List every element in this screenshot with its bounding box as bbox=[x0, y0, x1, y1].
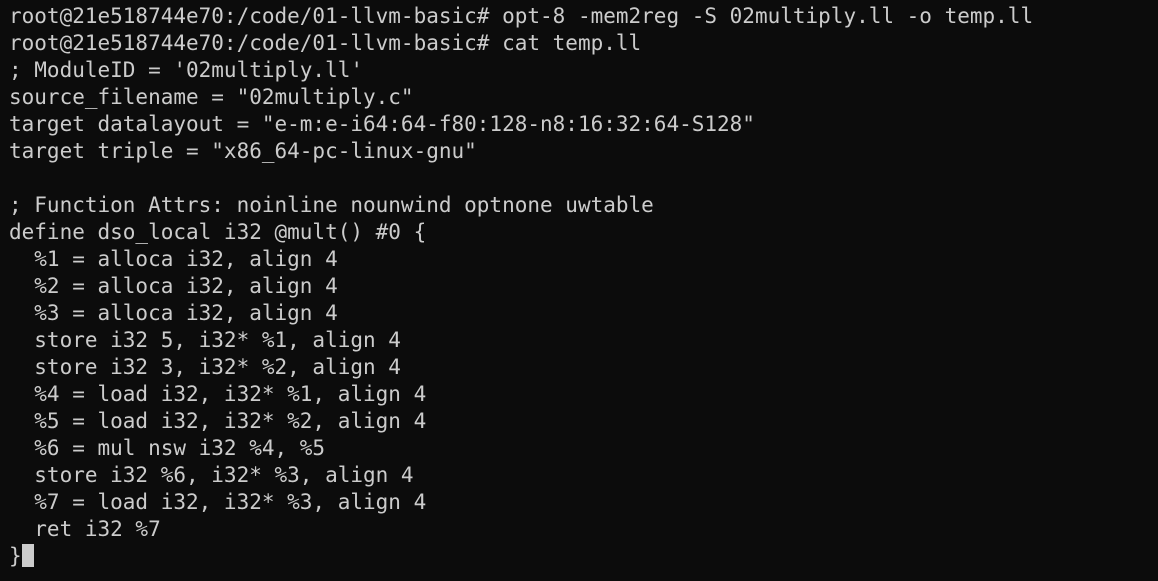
terminal-line-16: %5 = load i32, i32* %2, align 4 bbox=[9, 409, 427, 433]
terminal-line-12: %3 = alloca i32, align 4 bbox=[9, 301, 338, 325]
terminal-line-3: ; ModuleID = '02multiply.ll' bbox=[9, 58, 364, 82]
terminal-window[interactable]: root@21e518744e70:/code/01-llvm-basic# o… bbox=[0, 0, 1158, 581]
terminal-line-9: define dso_local i32 @mult() #0 { bbox=[9, 220, 427, 244]
terminal-line-21: } bbox=[9, 543, 1158, 570]
terminal-line-18: store i32 %6, i32* %3, align 4 bbox=[9, 463, 414, 487]
terminal-line-2: root@21e518744e70:/code/01-llvm-basic# c… bbox=[9, 31, 642, 55]
terminal-line-15: %4 = load i32, i32* %1, align 4 bbox=[9, 382, 427, 406]
terminal-line-11: %2 = alloca i32, align 4 bbox=[9, 274, 338, 298]
terminal-line-4: source_filename = "02multiply.c" bbox=[9, 85, 414, 109]
terminal-line-1: root@21e518744e70:/code/01-llvm-basic# o… bbox=[9, 4, 1034, 28]
terminal-line-10: %1 = alloca i32, align 4 bbox=[9, 247, 338, 271]
terminal-line-20: ret i32 %7 bbox=[9, 517, 161, 541]
terminal-line-6: target triple = "x86_64-pc-linux-gnu" bbox=[9, 139, 477, 163]
terminal-line-14: store i32 3, i32* %2, align 4 bbox=[9, 355, 401, 379]
terminal-line-5: target datalayout = "e-m:e-i64:64-f80:12… bbox=[9, 112, 755, 136]
terminal-line-17: %6 = mul nsw i32 %4, %5 bbox=[9, 436, 326, 460]
terminal-line-19: %7 = load i32, i32* %3, align 4 bbox=[9, 490, 427, 514]
terminal-line-13: store i32 5, i32* %1, align 4 bbox=[9, 328, 401, 352]
terminal-line-8: ; Function Attrs: noinline nounwind optn… bbox=[9, 193, 654, 217]
text-cursor bbox=[21, 544, 34, 567]
terminal-line-21-text: } bbox=[9, 544, 22, 568]
terminal-line-7 bbox=[9, 165, 1158, 192]
